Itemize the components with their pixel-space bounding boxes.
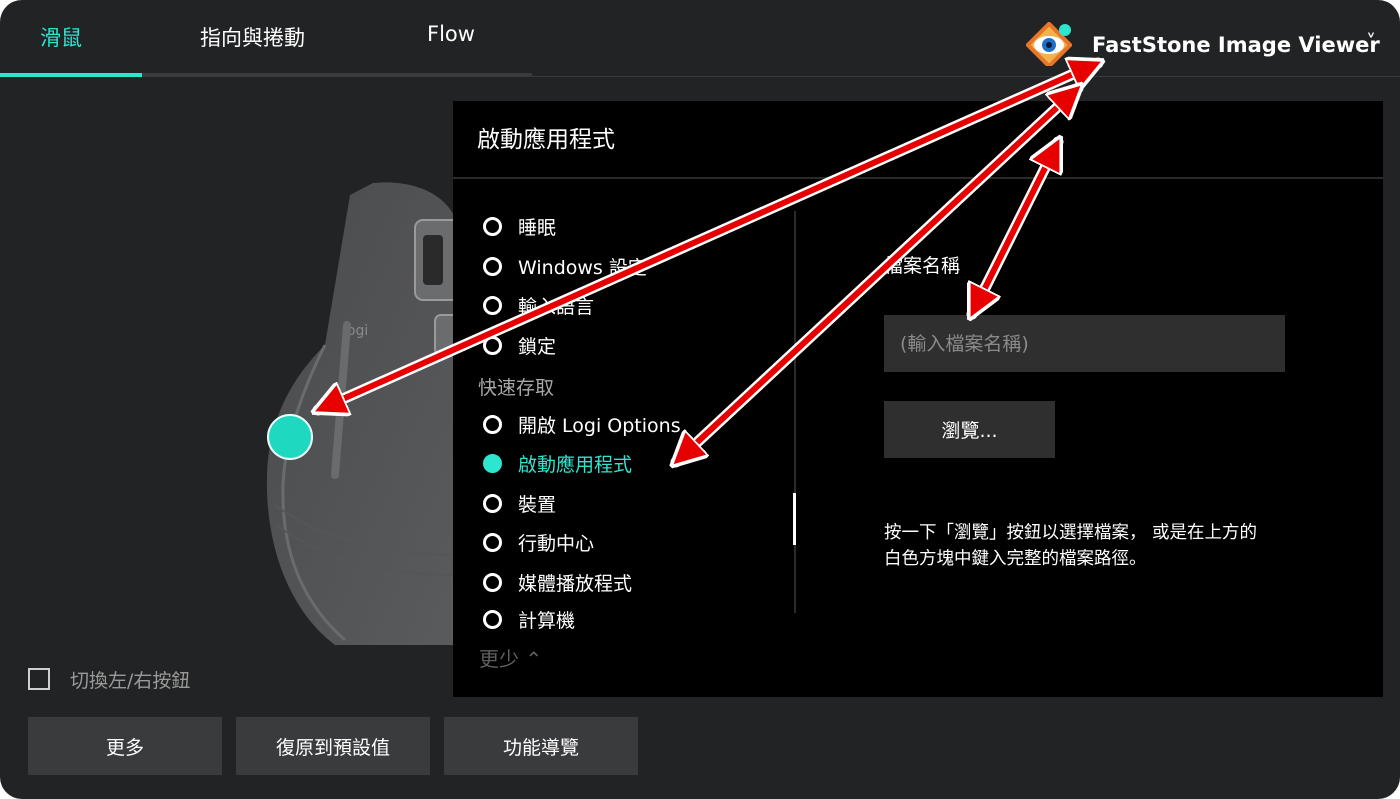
panel-title: 啟動應用程式 bbox=[477, 127, 615, 153]
radio-icon bbox=[483, 414, 502, 434]
section-label-quick-access: 快速存取 bbox=[478, 377, 555, 399]
action-label: 輸入語言 bbox=[518, 295, 595, 318]
column-divider bbox=[794, 211, 796, 613]
action-label: 計算機 bbox=[518, 609, 576, 632]
action-item-input-language[interactable]: 輸入語言 bbox=[483, 290, 594, 320]
list-scrollbar-thumb[interactable] bbox=[793, 493, 796, 545]
radio-icon bbox=[483, 493, 502, 513]
swap-buttons-checkbox[interactable] bbox=[28, 668, 50, 690]
action-label: 媒體播放程式 bbox=[518, 572, 633, 595]
feature-tour-button[interactable]: 功能導覽 bbox=[444, 717, 638, 775]
more-button[interactable]: 更多 bbox=[28, 717, 222, 775]
radio-icon bbox=[483, 256, 502, 276]
tab-point-scroll[interactable]: 指向與捲動 bbox=[200, 22, 305, 52]
action-item-calculator[interactable]: 計算機 bbox=[483, 604, 575, 634]
chevron-down-icon: ˅ bbox=[1366, 30, 1376, 54]
thumb-button-hotspot[interactable] bbox=[267, 414, 313, 460]
application-selector[interactable]: FastStone Image Viewer ˅ bbox=[1024, 20, 1390, 70]
mouse-illustration: logi bbox=[266, 182, 460, 645]
action-label: 行動中心 bbox=[518, 532, 595, 555]
action-label: Windows 設定 bbox=[518, 256, 647, 279]
faststone-eye-icon bbox=[1026, 22, 1072, 66]
help-text-line-2: 白色方塊中鍵入完整的檔案路徑。 bbox=[884, 549, 1147, 569]
tab-divider bbox=[142, 73, 532, 77]
action-item-action-center[interactable]: 行動中心 bbox=[483, 527, 594, 557]
browse-button[interactable]: 瀏覽... bbox=[884, 401, 1055, 458]
action-label: 啟動應用程式 bbox=[518, 453, 633, 476]
action-item-lock[interactable]: 鎖定 bbox=[483, 330, 556, 360]
application-name: FastStone Image Viewer bbox=[1092, 33, 1380, 57]
action-item-sleep[interactable]: 睡眠 bbox=[483, 211, 556, 241]
action-panel: 啟動應用程式 睡眠 Windows 設定 輸入語言 鎖定 快速存取 開啟 Log… bbox=[453, 101, 1383, 697]
file-name-label: 檔案名稱 bbox=[884, 255, 961, 277]
radio-icon bbox=[483, 335, 502, 355]
swap-buttons-label: 切換左/右按鈕 bbox=[70, 670, 191, 692]
radio-icon bbox=[483, 532, 502, 552]
restore-defaults-button[interactable]: 復原到預設值 bbox=[236, 717, 430, 775]
show-less-toggle[interactable]: 更少 ⌃ bbox=[479, 643, 542, 672]
action-label: 裝置 bbox=[518, 493, 557, 516]
help-text-line-1: 按一下「瀏覽」按鈕以選擇檔案， 或是在上方的 bbox=[884, 523, 1258, 543]
panel-title-divider bbox=[453, 177, 1383, 179]
action-item-launch-app[interactable]: 啟動應用程式 bbox=[483, 448, 632, 478]
action-item-media-player[interactable]: 媒體播放程式 bbox=[483, 567, 632, 597]
action-label: 鎖定 bbox=[518, 335, 557, 358]
action-list: 睡眠 Windows 設定 輸入語言 鎖定 快速存取 開啟 Logi Optio… bbox=[453, 201, 793, 713]
active-tab-indicator bbox=[0, 73, 142, 77]
header-divider bbox=[532, 76, 1400, 77]
radio-selected-icon bbox=[483, 453, 502, 473]
tab-mouse[interactable]: 滑鼠 bbox=[40, 22, 82, 52]
file-name-input[interactable] bbox=[884, 315, 1285, 372]
action-item-devices[interactable]: 裝置 bbox=[483, 488, 556, 518]
radio-icon bbox=[483, 572, 502, 592]
action-item-windows-settings[interactable]: Windows 設定 bbox=[483, 251, 647, 281]
action-item-open-logi-options[interactable]: 開啟 Logi Options bbox=[483, 409, 681, 439]
action-label: 睡眠 bbox=[518, 216, 557, 239]
tab-flow[interactable]: Flow bbox=[427, 22, 475, 46]
radio-icon bbox=[483, 609, 502, 629]
logi-options-window: 滑鼠 指向與捲動 Flow FastStone Image Viewer ˅ l… bbox=[0, 0, 1400, 799]
radio-icon bbox=[483, 295, 502, 315]
action-label: 開啟 Logi Options bbox=[518, 414, 681, 437]
radio-icon bbox=[483, 216, 502, 236]
